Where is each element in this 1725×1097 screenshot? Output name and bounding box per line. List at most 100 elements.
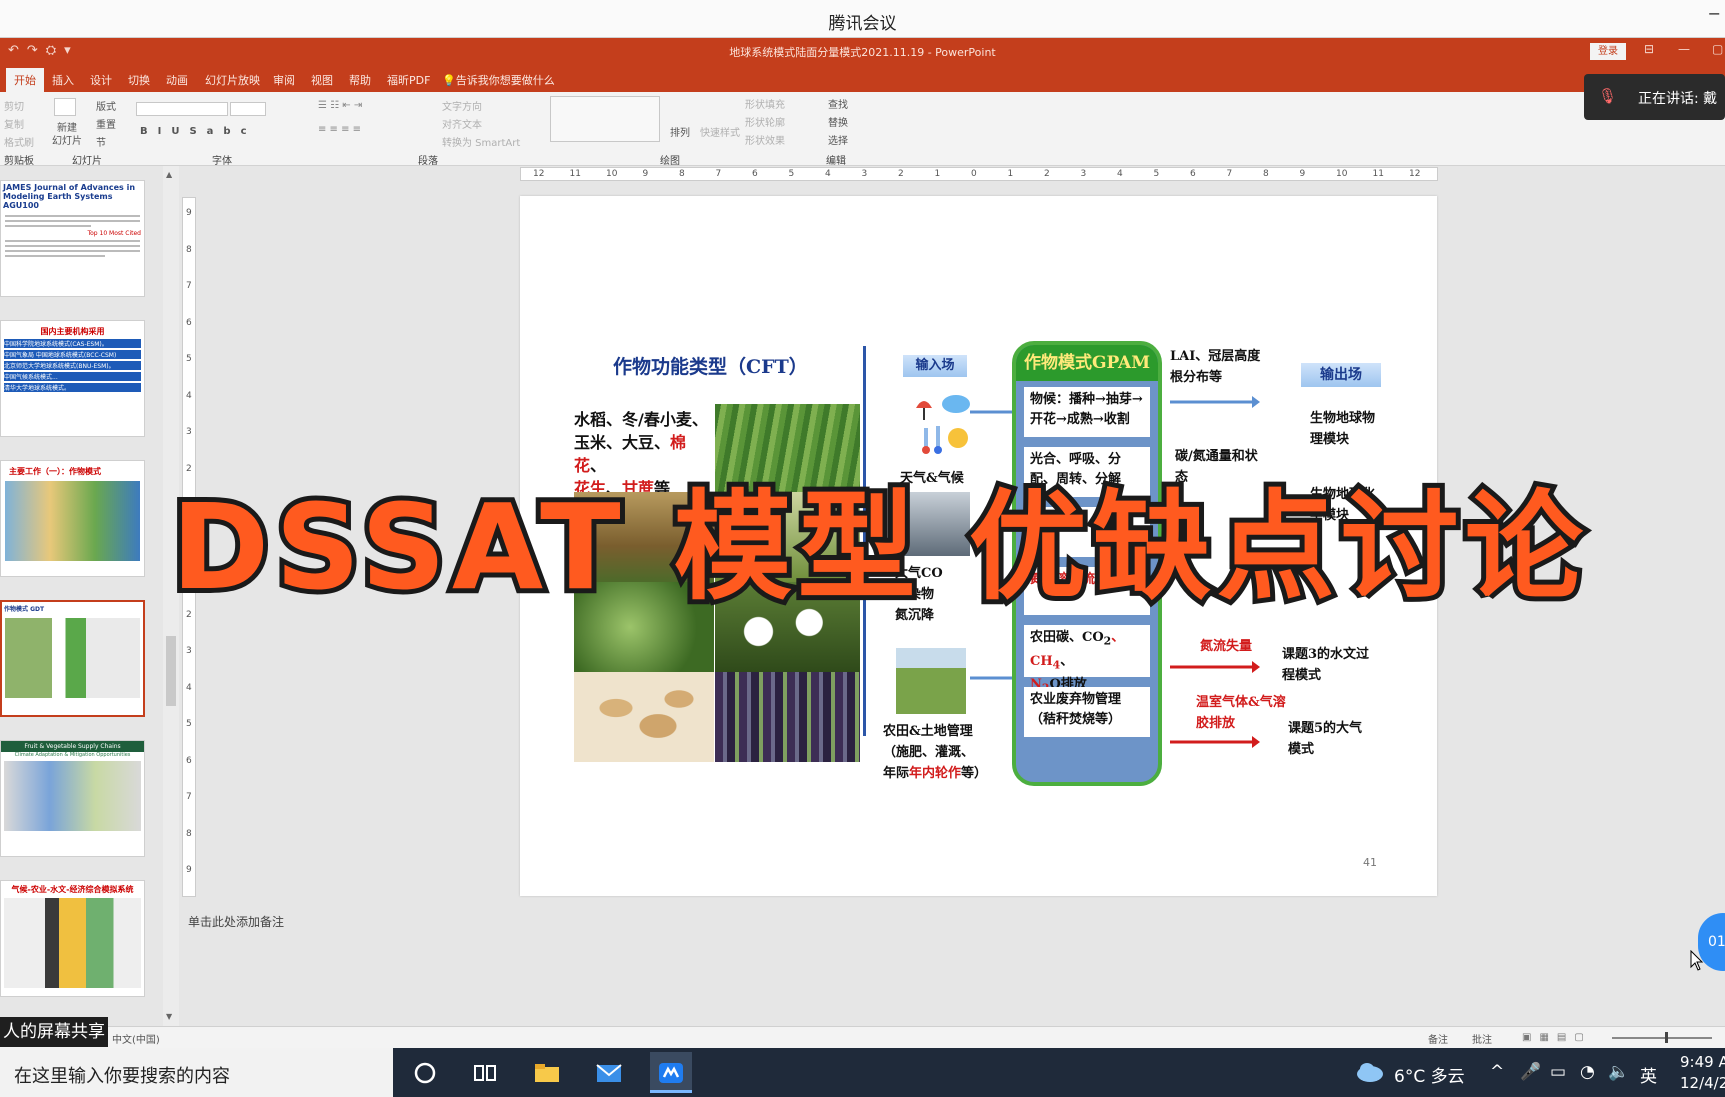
notes-pane[interactable]: 单击此处添加备注: [182, 900, 1725, 1026]
meeting-title: 腾讯会议: [828, 14, 897, 34]
new-slide-icon[interactable]: [54, 98, 76, 116]
sugarcane-image: [715, 672, 860, 762]
cortana-icon[interactable]: [410, 1058, 440, 1088]
ruler-tick-label: 11: [569, 169, 581, 179]
cut-button[interactable]: 剪切: [4, 98, 24, 113]
reset-button[interactable]: 重置: [96, 116, 116, 131]
zoom-slider[interactable]: [1612, 1037, 1712, 1039]
taskbar-clock[interactable]: 9:49 A 12/4/20: [1680, 1052, 1725, 1094]
find-button[interactable]: 查找: [828, 96, 848, 111]
ime-indicator[interactable]: 英: [1640, 1062, 1657, 1087]
window-minimize-icon[interactable]: —: [1678, 42, 1690, 56]
slide-thumbnail[interactable]: 气候-农业-水文-经济综合模拟系统: [0, 880, 145, 997]
copy-button[interactable]: 复制: [4, 116, 24, 131]
notes-placeholder[interactable]: 单击此处添加备注: [188, 913, 284, 930]
search-placeholder: 在这里输入你要搜索的内容: [14, 1066, 230, 1087]
weather-text[interactable]: 6°C 多云: [1394, 1062, 1465, 1087]
editing-group-label: 编辑: [826, 156, 846, 167]
peanut-image: [574, 672, 714, 762]
replace-button[interactable]: 替换: [828, 114, 848, 129]
scroll-down-icon[interactable]: ▼: [166, 1012, 172, 1021]
window-restore-icon[interactable]: ▢: [1712, 42, 1723, 56]
tab-help[interactable]: 帮助: [349, 72, 371, 88]
ruler-tick-label: 8: [1263, 169, 1269, 179]
comments-toggle-button[interactable]: 批注: [1472, 1031, 1492, 1046]
taskbar: 在这里输入你要搜索的内容 6°C 多云 ^ 🎤 ▭ ◔ 🔈 英 9:49 A 1…: [0, 1048, 1725, 1097]
file-explorer-icon[interactable]: [532, 1058, 562, 1088]
ruler-tick-label: 1: [934, 169, 941, 179]
volume-icon[interactable]: 🔈: [1608, 1062, 1629, 1082]
tab-slideshow[interactable]: 幻灯片放映: [205, 72, 260, 88]
align-text-button[interactable]: 对齐文本: [442, 116, 482, 131]
quick-styles-button[interactable]: 快速样式: [700, 124, 740, 139]
login-button[interactable]: 登录: [1590, 43, 1626, 60]
tab-review[interactable]: 审阅: [273, 72, 295, 88]
shape-effects-button[interactable]: 形状效果: [745, 132, 785, 147]
thumbnail-row: 中国科学院地球系统模式(CAS-ESM)。: [4, 339, 141, 348]
tencent-meeting-icon[interactable]: [656, 1058, 686, 1088]
notes-toggle-button[interactable]: 备注: [1428, 1031, 1448, 1046]
slide-thumbnail[interactable]: Fruit & Vegetable Supply Chains Climate …: [0, 740, 145, 857]
section-button[interactable]: 节: [96, 134, 106, 149]
thumbnail-title: JAMES Journal of Advances in Modeling Ea…: [3, 183, 136, 210]
tab-view[interactable]: 视图: [311, 72, 333, 88]
font-format-buttons[interactable]: BIUSabc: [140, 126, 257, 137]
ruler-tick-label: 8: [679, 169, 685, 179]
font-group-label: 字体: [212, 156, 232, 167]
list-buttons[interactable]: ☰ ☷ ⇤ ⇥: [318, 100, 362, 111]
view-mode-buttons[interactable]: ▣▦▤▢: [1522, 1032, 1592, 1043]
tab-home[interactable]: 开始: [6, 68, 44, 92]
tray-expand-icon[interactable]: ^: [1490, 1062, 1504, 1082]
management-label: 农田&土地管理 （施肥、灌溉、 年际年内轮作等）: [883, 724, 988, 781]
output-arrow-3: [1170, 661, 1260, 673]
ribbon-tabs: 开始 插入 设计 切换 动画 幻灯片放映 审阅 视图 帮助 福昕PDF 💡告诉我…: [0, 66, 1725, 92]
slide-thumbnail[interactable]: JAMES Journal of Advances in Modeling Ea…: [0, 180, 145, 297]
wifi-icon[interactable]: ◔: [1580, 1062, 1595, 1082]
select-button[interactable]: 选择: [828, 132, 848, 147]
align-buttons[interactable]: ≡ ≡ ≡ ≡: [318, 124, 361, 135]
shapes-gallery[interactable]: [550, 96, 660, 142]
scroll-thumb[interactable]: [166, 636, 176, 706]
clock-time: 9:49 A: [1680, 1053, 1725, 1071]
muted-mic-icon: 🎙: [1598, 87, 1618, 105]
scroll-up-icon[interactable]: ▲: [166, 170, 172, 179]
gpam-title: 作物模式GPAM: [1016, 345, 1158, 381]
format-painter-button[interactable]: 格式刷: [4, 134, 34, 149]
zoom-slider-knob[interactable]: [1665, 1032, 1668, 1043]
new-slide-button[interactable]: 新建 幻灯片: [48, 122, 86, 148]
ruler-tick-label: 6: [186, 317, 192, 328]
tab-insert[interactable]: 插入: [52, 72, 74, 88]
text-direction-button[interactable]: 文字方向: [442, 98, 482, 113]
tab-transitions[interactable]: 切换: [128, 72, 150, 88]
ribbon-display-icon[interactable]: ⊟: [1644, 42, 1654, 56]
thumbnail-title: Fruit & Vegetable Supply Chains: [1, 741, 144, 752]
font-size-box[interactable]: [230, 102, 266, 116]
thumbnail-note: Top 10 Most Cited: [87, 230, 141, 237]
mail-icon[interactable]: [594, 1058, 624, 1088]
dest-hydrology: 课题3的水文过程模式: [1282, 647, 1370, 683]
task-view-icon[interactable]: [470, 1058, 500, 1088]
ruler-tick-label: 9: [1299, 169, 1306, 179]
minimize-button[interactable]: −: [1708, 4, 1721, 23]
tab-animations[interactable]: 动画: [166, 72, 188, 88]
weather-icons: [916, 395, 970, 454]
tab-foxit-pdf[interactable]: 福昕PDF: [387, 72, 430, 88]
font-name-box[interactable]: [136, 102, 228, 116]
clock-date: 12/4/20: [1680, 1074, 1725, 1092]
layout-button[interactable]: 版式: [96, 98, 116, 113]
tab-design[interactable]: 设计: [90, 72, 112, 88]
thumbnail-title: 国内主要机构采用: [40, 327, 105, 336]
battery-icon[interactable]: ▭: [1550, 1062, 1566, 1082]
slide-thumbnail[interactable]: 国内主要机构采用 中国科学院地球系统模式(CAS-ESM)。 中国气象局 中国地…: [0, 320, 145, 437]
smartart-button[interactable]: 转换为 SmartArt: [442, 134, 520, 149]
tell-me-box[interactable]: 💡告诉我你想要做什么: [442, 72, 555, 88]
microphone-icon[interactable]: 🎤: [1520, 1062, 1541, 1082]
shape-outline-button[interactable]: 形状轮廓: [745, 114, 785, 129]
taskbar-search[interactable]: 在这里输入你要搜索的内容: [0, 1048, 393, 1097]
shape-fill-button[interactable]: 形状填充: [745, 96, 785, 111]
arrange-button[interactable]: 排列: [670, 124, 690, 139]
thumbnail-row: 中国气象局 中国地球系统模式(BCC-CSM): [4, 350, 141, 359]
ruler-tick-label: 8: [186, 828, 192, 839]
language-status[interactable]: 中文(中国): [112, 1031, 160, 1046]
output-ghg: 温室气体&气溶胶排放: [1196, 695, 1286, 731]
